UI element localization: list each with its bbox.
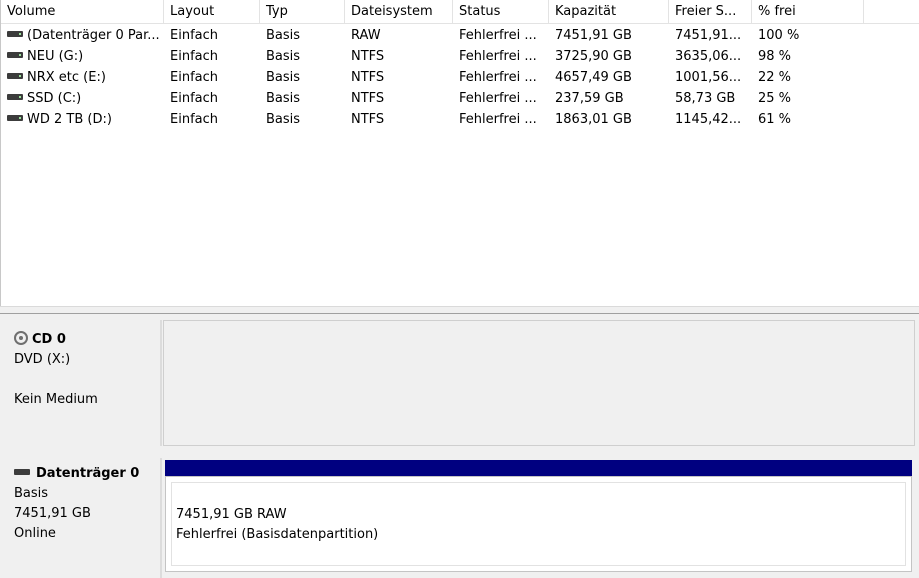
free-space-cell: 3635,06... — [675, 49, 742, 64]
type-cell: Basis — [266, 91, 301, 106]
capacity-cell: 3725,90 GB — [555, 49, 632, 64]
layout-cell: Einfach — [170, 49, 218, 64]
disk-state: Online — [14, 526, 56, 541]
status-cell: Fehlerfrei ... — [459, 112, 537, 127]
disk-label-0[interactable]: Datenträger 0 Basis 7451,91 GB Online — [4, 458, 162, 578]
type-cell: Basis — [266, 70, 301, 85]
layout-cell: Einfach — [170, 70, 218, 85]
type-cell: Basis — [266, 112, 301, 127]
disk-name: Datenträger 0 — [36, 466, 140, 481]
column-header-layout[interactable]: Layout — [164, 0, 260, 24]
percent-free-cell: 22 % — [758, 70, 792, 85]
filesystem-cell: RAW — [351, 28, 381, 43]
percent-free-cell: 25 % — [758, 91, 792, 106]
partition-size-fs: 7451,91 GB RAW — [176, 507, 287, 522]
volume-name: WD 2 TB (D:) — [27, 112, 112, 127]
drive-icon — [7, 30, 23, 37]
volume-row[interactable]: NEU (G:) Einfach Basis NTFS Fehlerfrei .… — [1, 46, 919, 67]
disk-title: CD 0 — [4, 330, 160, 350]
disk-size: 7451,91 GB — [14, 506, 91, 521]
capacity-cell: 4657,49 GB — [555, 70, 632, 85]
drive-icon — [7, 93, 23, 100]
column-header-type[interactable]: Typ — [260, 0, 345, 24]
disk-blank-line — [4, 370, 160, 390]
volume-list-header: Volume Layout Typ Dateisystem Status Kap… — [1, 0, 919, 24]
volume-cell: NRX etc (E:) — [1, 67, 164, 88]
volume-row[interactable]: NRX etc (E:) Einfach Basis NTFS Fehlerfr… — [1, 67, 919, 88]
column-header-capacity[interactable]: Kapazität — [549, 0, 669, 24]
partition-inner: 7451,91 GB RAW Fehlerfrei (Basisdatenpar… — [171, 482, 906, 566]
type-cell: Basis — [266, 49, 301, 64]
percent-free-cell: 98 % — [758, 49, 792, 64]
cd-volume-area[interactable] — [163, 320, 915, 446]
volume-cell: NEU (G:) — [1, 46, 164, 67]
partition-header-bar — [165, 460, 912, 476]
volume-cell: (Datenträger 0 Par... — [1, 25, 164, 46]
layout-cell: Einfach — [170, 91, 218, 106]
partition-status: Fehlerfrei (Basisdatenpartition) — [176, 527, 379, 542]
volume-name: NRX etc (E:) — [27, 70, 106, 85]
type-cell: Basis — [266, 28, 301, 43]
volume-name: NEU (G:) — [27, 49, 84, 64]
filesystem-cell: NTFS — [351, 70, 385, 85]
disk-map: CD 0 DVD (X:) Kein Medium Datenträger 0 … — [0, 314, 919, 578]
layout-cell: Einfach — [170, 112, 218, 127]
column-header-filesystem[interactable]: Dateisystem — [345, 0, 453, 24]
volume-cell: SSD (C:) — [1, 88, 164, 109]
volume-list[interactable]: Volume Layout Typ Dateisystem Status Kap… — [0, 0, 919, 306]
filesystem-cell: NTFS — [351, 91, 385, 106]
status-cell: Fehlerfrei ... — [459, 91, 537, 106]
column-header-empty — [864, 0, 919, 24]
disk-media-status: Kein Medium — [14, 392, 98, 407]
partition-text: 7451,91 GB RAW Fehlerfrei (Basisdatenpar… — [176, 505, 378, 545]
disk-row-cd: CD 0 DVD (X:) Kein Medium — [0, 314, 919, 446]
layout-cell: Einfach — [170, 28, 218, 43]
drive-icon — [7, 72, 23, 79]
capacity-cell: 237,59 GB — [555, 91, 624, 106]
disk-label-cd[interactable]: CD 0 DVD (X:) Kein Medium — [4, 320, 162, 446]
volume-name: (Datenträger 0 Par... — [27, 28, 160, 43]
volume-name: SSD (C:) — [27, 91, 82, 106]
capacity-cell: 1863,01 GB — [555, 112, 632, 127]
partition-block[interactable]: 7451,91 GB RAW Fehlerfrei (Basisdatenpar… — [165, 476, 912, 572]
status-cell: Fehlerfrei ... — [459, 49, 537, 64]
column-header-volume[interactable]: Volume — [1, 0, 164, 24]
volume-row[interactable]: SSD (C:) Einfach Basis NTFS Fehlerfrei .… — [1, 88, 919, 109]
free-space-cell: 58,73 GB — [675, 91, 736, 106]
volume-cell: WD 2 TB (D:) — [1, 109, 164, 130]
drive-icon — [7, 114, 23, 121]
status-cell: Fehlerfrei ... — [459, 70, 537, 85]
capacity-cell: 7451,91 GB — [555, 28, 632, 43]
disk-type: Basis — [14, 486, 49, 501]
hard-disk-icon — [14, 468, 30, 475]
percent-free-cell: 100 % — [758, 28, 800, 43]
drive-icon — [7, 51, 23, 58]
volume-row[interactable]: WD 2 TB (D:) Einfach Basis NTFS Fehlerfr… — [1, 109, 919, 130]
disk-title: Datenträger 0 — [4, 464, 160, 484]
pane-splitter[interactable] — [0, 306, 919, 314]
column-header-percent-free[interactable]: % frei — [752, 0, 864, 24]
disk-name: CD 0 — [32, 332, 66, 347]
column-header-free-space[interactable]: Freier S... — [669, 0, 752, 24]
percent-free-cell: 61 % — [758, 112, 792, 127]
filesystem-cell: NTFS — [351, 49, 385, 64]
volume-row[interactable]: (Datenträger 0 Par... Einfach Basis RAW … — [1, 25, 919, 46]
status-cell: Fehlerfrei ... — [459, 28, 537, 43]
free-space-cell: 1001,56... — [675, 70, 742, 85]
free-space-cell: 1145,42... — [675, 112, 742, 127]
free-space-cell: 7451,91... — [675, 28, 742, 43]
cd-drive-icon — [14, 330, 28, 345]
column-header-status[interactable]: Status — [453, 0, 549, 24]
disk-drive-letter: DVD (X:) — [14, 352, 71, 367]
filesystem-cell: NTFS — [351, 112, 385, 127]
